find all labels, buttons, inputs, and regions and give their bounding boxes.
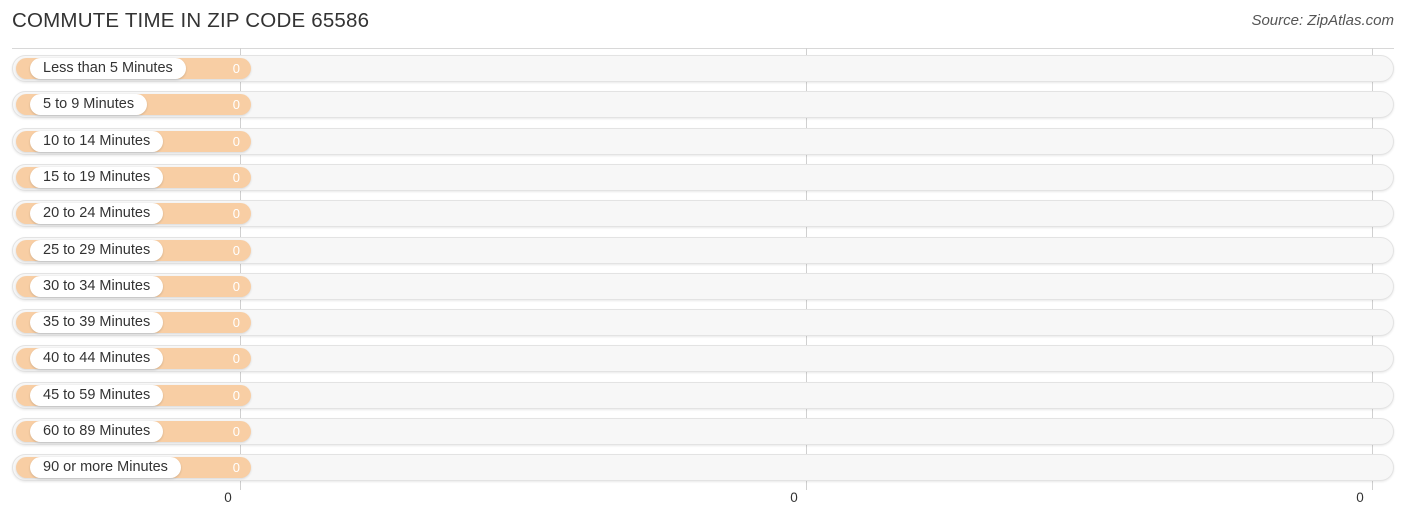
category-label: 35 to 39 Minutes [30, 312, 164, 334]
category-label: 10 to 14 Minutes [30, 130, 164, 152]
plot-top-border [12, 48, 1394, 49]
category-label: Less than 5 Minutes [30, 58, 186, 79]
bar-value-label: 0 [232, 242, 240, 258]
x-axis-tick-label: 0 [224, 490, 232, 505]
chart-row: 0 25 to 29 Minutes [12, 236, 1394, 264]
category-label: 90 or more Minutes [30, 457, 181, 479]
x-axis: 0 0 0 [0, 490, 1406, 523]
category-label: 30 to 34 Minutes [30, 275, 164, 297]
chart-plot-area: 0 Less than 5 Minutes 0 5 to 9 Minutes 0 10 t… [0, 48, 1406, 490]
bar-value-label: 0 [232, 460, 240, 476]
chart-row: 0 5 to 9 Minutes [12, 91, 1394, 119]
chart-row: 0 90 or more Minutes [12, 454, 1394, 482]
category-label: 20 to 24 Minutes [30, 203, 164, 225]
category-label: 5 to 9 Minutes [30, 94, 148, 116]
category-label: 40 to 44 Minutes [30, 348, 164, 370]
bar-value-label: 0 [232, 61, 240, 76]
chart-row: 0 45 to 59 Minutes [12, 381, 1394, 409]
chart-row: 0 15 to 19 Minutes [12, 163, 1394, 191]
bar-value-label: 0 [232, 424, 240, 439]
chart-row: 0 Less than 5 Minutes [12, 55, 1394, 82]
chart-row: 0 10 to 14 Minutes [12, 127, 1394, 155]
category-label: 60 to 89 Minutes [30, 421, 164, 442]
bar-value-label: 0 [232, 387, 240, 403]
category-label: 25 to 29 Minutes [30, 239, 164, 261]
bar-value-label: 0 [232, 206, 240, 222]
x-axis-tick-label: 0 [1356, 490, 1364, 505]
bar-value-label: 0 [232, 315, 240, 331]
chart-row: 0 30 to 34 Minutes [12, 272, 1394, 300]
category-label: 45 to 59 Minutes [30, 384, 164, 406]
chart-row: 0 60 to 89 Minutes [12, 418, 1394, 445]
chart-row: 0 35 to 39 Minutes [12, 309, 1394, 337]
x-axis-tick-label: 0 [790, 490, 798, 505]
bar-value-label: 0 [232, 278, 240, 294]
bar-value-label: 0 [232, 351, 240, 367]
bar-value-label: 0 [232, 97, 240, 113]
category-label: 15 to 19 Minutes [30, 166, 164, 188]
chart-row: 0 40 to 44 Minutes [12, 345, 1394, 373]
bar-value-label: 0 [232, 133, 240, 149]
chart-header: COMMUTE TIME IN ZIP CODE 65586 Source: Z… [0, 0, 1406, 44]
bar-value-label: 0 [232, 169, 240, 185]
source-attribution: Source: ZipAtlas.com [1251, 12, 1394, 29]
page-title: COMMUTE TIME IN ZIP CODE 65586 [12, 9, 370, 32]
chart-row: 0 20 to 24 Minutes [12, 200, 1394, 228]
